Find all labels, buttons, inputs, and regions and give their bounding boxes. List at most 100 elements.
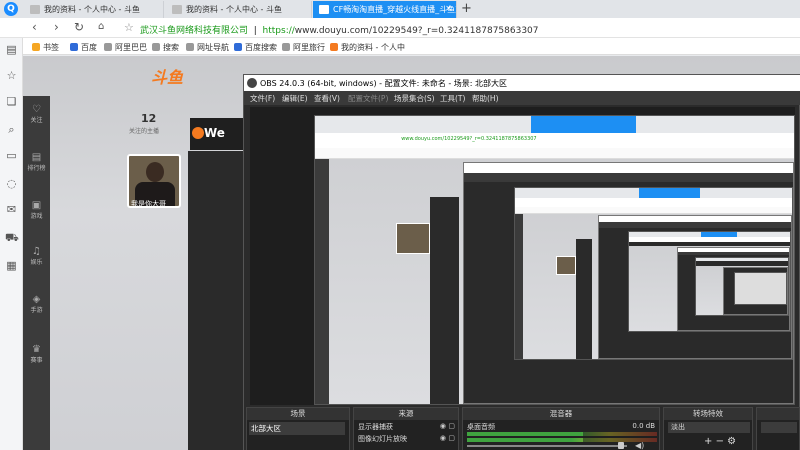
mixer-dock: 混音器 桌面音频 0.0 dB ◀): [462, 407, 660, 450]
home-icon[interactable]: ⌂: [98, 21, 104, 32]
bookmark-item[interactable]: 网址导航: [186, 42, 229, 53]
browser-sidebar: ▤ ☆ ❏ ⌕ ▭ ◌ ✉ ⛟ ▦: [0, 38, 23, 450]
mixer-dock-title: 混音器: [463, 408, 659, 420]
transition-select[interactable]: 淡出: [668, 422, 750, 433]
obs-title-bar: OBS 24.0.3 (64-bit, windows) - 配置文件: 未命名…: [244, 75, 800, 91]
globe-icon: [152, 43, 160, 51]
douyu-logo[interactable]: 斗鱼: [151, 64, 183, 88]
search-icon[interactable]: ⌕: [5, 124, 18, 136]
visibility-eye-icon[interactable]: ◉: [440, 422, 446, 430]
menu-profile[interactable]: 配置文件(P): [348, 93, 388, 104]
douyu-left-rail: ♡ 关注 ▤ 排行榜 ▣ 游戏 ♫ 娱乐 ◈ 手游 ♛ 赛事: [23, 96, 50, 450]
bookmark-item[interactable]: 搜索: [152, 42, 179, 53]
rail-item-games[interactable]: ▣ 游戏: [23, 200, 50, 220]
favorite-star-icon[interactable]: ☆: [124, 21, 134, 34]
tab-profile-2[interactable]: 我的资料 - 个人中心 - 斗鱼: [166, 1, 312, 18]
rail-item-ent[interactable]: ♫ 娱乐: [23, 246, 50, 266]
obs-docks: 场景 北部大区 来源 显示器捕获 ◉ ▢ 图像幻灯片放映 ◉ ▢ 混音器 桌面音…: [244, 407, 800, 450]
mic-icon: ♫: [32, 246, 41, 257]
reload-icon[interactable]: ↻: [74, 20, 84, 34]
notes-icon[interactable]: ▦: [5, 260, 18, 272]
address-bar[interactable]: 武汉斗鱼网络科技有限公司 | https://www.douyu.com/102…: [140, 23, 539, 36]
favicon-icon: [30, 5, 40, 14]
source-item[interactable]: 显示器捕获: [358, 422, 393, 432]
mixer-channel-label: 桌面音频: [467, 423, 495, 431]
preview-mirror-1: www.douyu.com/10229549?_r=0.324118787586…: [314, 115, 795, 405]
follow-count-label: 关注的主播: [129, 128, 160, 135]
control-button[interactable]: [761, 422, 797, 433]
bookmark-item[interactable]: 百度搜索: [234, 42, 277, 53]
menu-file[interactable]: 文件(F): [250, 93, 275, 104]
menu-tools[interactable]: 工具(T): [440, 93, 465, 104]
close-tab-icon[interactable]: ✕: [445, 4, 452, 13]
favicon-icon: [172, 5, 182, 14]
sources-dock: 来源 显示器捕获 ◉ ▢ 图像幻灯片放映 ◉ ▢: [353, 407, 459, 450]
back-icon[interactable]: ‹: [32, 20, 37, 34]
heart-icon: ♡: [32, 104, 41, 115]
book-icon[interactable]: ❏: [5, 96, 18, 108]
favicon-icon: [319, 5, 329, 14]
rail-item-rank[interactable]: ▤ 排行榜: [23, 152, 50, 172]
scene-item[interactable]: 北部大区: [249, 422, 345, 435]
speaker-icon[interactable]: ◀): [635, 441, 644, 450]
menu-scene-collection[interactable]: 场景集合(S): [394, 93, 435, 104]
gear-icon[interactable]: ⚙: [727, 436, 736, 447]
bookmark-item[interactable]: 书签: [32, 42, 59, 53]
menu-help[interactable]: 帮助(H): [472, 93, 499, 104]
favorites-icon[interactable]: ☆: [5, 70, 18, 82]
new-tab-button[interactable]: +: [461, 1, 472, 16]
globe-icon: [104, 43, 112, 51]
chat-icon[interactable]: ◌: [5, 178, 18, 190]
sources-dock-title: 来源: [354, 408, 458, 420]
menu-view[interactable]: 查看(V): [314, 93, 340, 104]
bookmark-item[interactable]: 阿里巴巴: [104, 42, 147, 53]
globe-icon: [186, 43, 194, 51]
star-icon: [32, 43, 40, 51]
douyu-icon: [330, 43, 338, 51]
rail-item-follow[interactable]: ♡ 关注: [23, 104, 50, 124]
obs-menu-bar: 文件(F) 编辑(E) 查看(V) 配置文件(P) 场景集合(S) 工具(T) …: [244, 91, 800, 105]
reader-icon[interactable]: ▤: [5, 44, 18, 56]
obs-preview[interactable]: www.douyu.com/10229549?_r=0.324118787586…: [250, 107, 795, 405]
mixer-db-readout: 0.0 dB: [632, 422, 655, 430]
scenes-dock-title: 场景: [247, 408, 349, 420]
baidu-icon: [70, 43, 78, 51]
bookmark-item[interactable]: 我的资料 - 个人中: [330, 42, 405, 53]
tab-profile-1[interactable]: 我的资料 - 个人中心 - 斗鱼: [24, 1, 164, 18]
add-icon[interactable]: +: [704, 436, 712, 447]
navigation-bar: ‹ › ↻ ⌂ ☆ 武汉斗鱼网络科技有限公司 | https://www.dou…: [0, 18, 800, 38]
avatar-caption: 我是你大哥: [131, 200, 166, 208]
lock-icon[interactable]: ▢: [448, 434, 455, 442]
remove-icon[interactable]: −: [716, 436, 724, 447]
transition-buttons: + − ⚙: [704, 436, 736, 447]
tab-bar: Q 我的资料 - 个人中心 - 斗鱼 我的资料 - 个人中心 - 斗鱼 CF畅淘…: [0, 0, 800, 18]
controller-icon: ◈: [32, 294, 41, 305]
follow-count: 12: [141, 112, 157, 125]
tab-cf-live[interactable]: CF畅淘淘直播_穿越火线直播_斗鱼直播 ✕: [313, 1, 457, 18]
menu-edit[interactable]: 编辑(E): [282, 93, 308, 104]
rail-item-mobile[interactable]: ◈ 手游: [23, 294, 50, 314]
visibility-eye-icon[interactable]: ◉: [440, 434, 446, 442]
scenes-dock: 场景 北部大区: [246, 407, 350, 450]
lock-icon[interactable]: ▢: [448, 422, 455, 430]
obs-window: OBS 24.0.3 (64-bit, windows) - 配置文件: 未命名…: [243, 74, 800, 450]
bookmark-item[interactable]: 阿里旅行: [282, 42, 325, 53]
obs-logo-icon: [247, 78, 257, 88]
bookmark-item[interactable]: 百度: [70, 42, 97, 53]
trophy-icon: ♛: [32, 344, 41, 355]
rail-item-events[interactable]: ♛ 赛事: [23, 344, 50, 364]
source-item[interactable]: 图像幻灯片放映: [358, 434, 407, 444]
gamepad-icon: ▣: [31, 200, 42, 211]
list-icon: ▤: [31, 152, 42, 163]
g-logo-icon: [192, 127, 204, 139]
forward-icon[interactable]: ›: [54, 20, 59, 34]
bookmarks-bar: 书签 百度 阿里巴巴 搜索 网址导航 百度搜索 阿里旅行 我的资料 - 个人中: [0, 38, 800, 55]
controls-dock: [756, 407, 800, 450]
tv-icon[interactable]: ▭: [5, 150, 18, 162]
mail-icon[interactable]: ✉: [5, 204, 18, 216]
cart-icon[interactable]: ⛟: [5, 232, 19, 244]
volume-slider[interactable]: [467, 445, 627, 447]
transitions-dock-title: 转场特效: [664, 408, 752, 420]
browser-logo-icon[interactable]: Q: [4, 2, 18, 16]
volume-slider-knob[interactable]: [618, 442, 624, 449]
